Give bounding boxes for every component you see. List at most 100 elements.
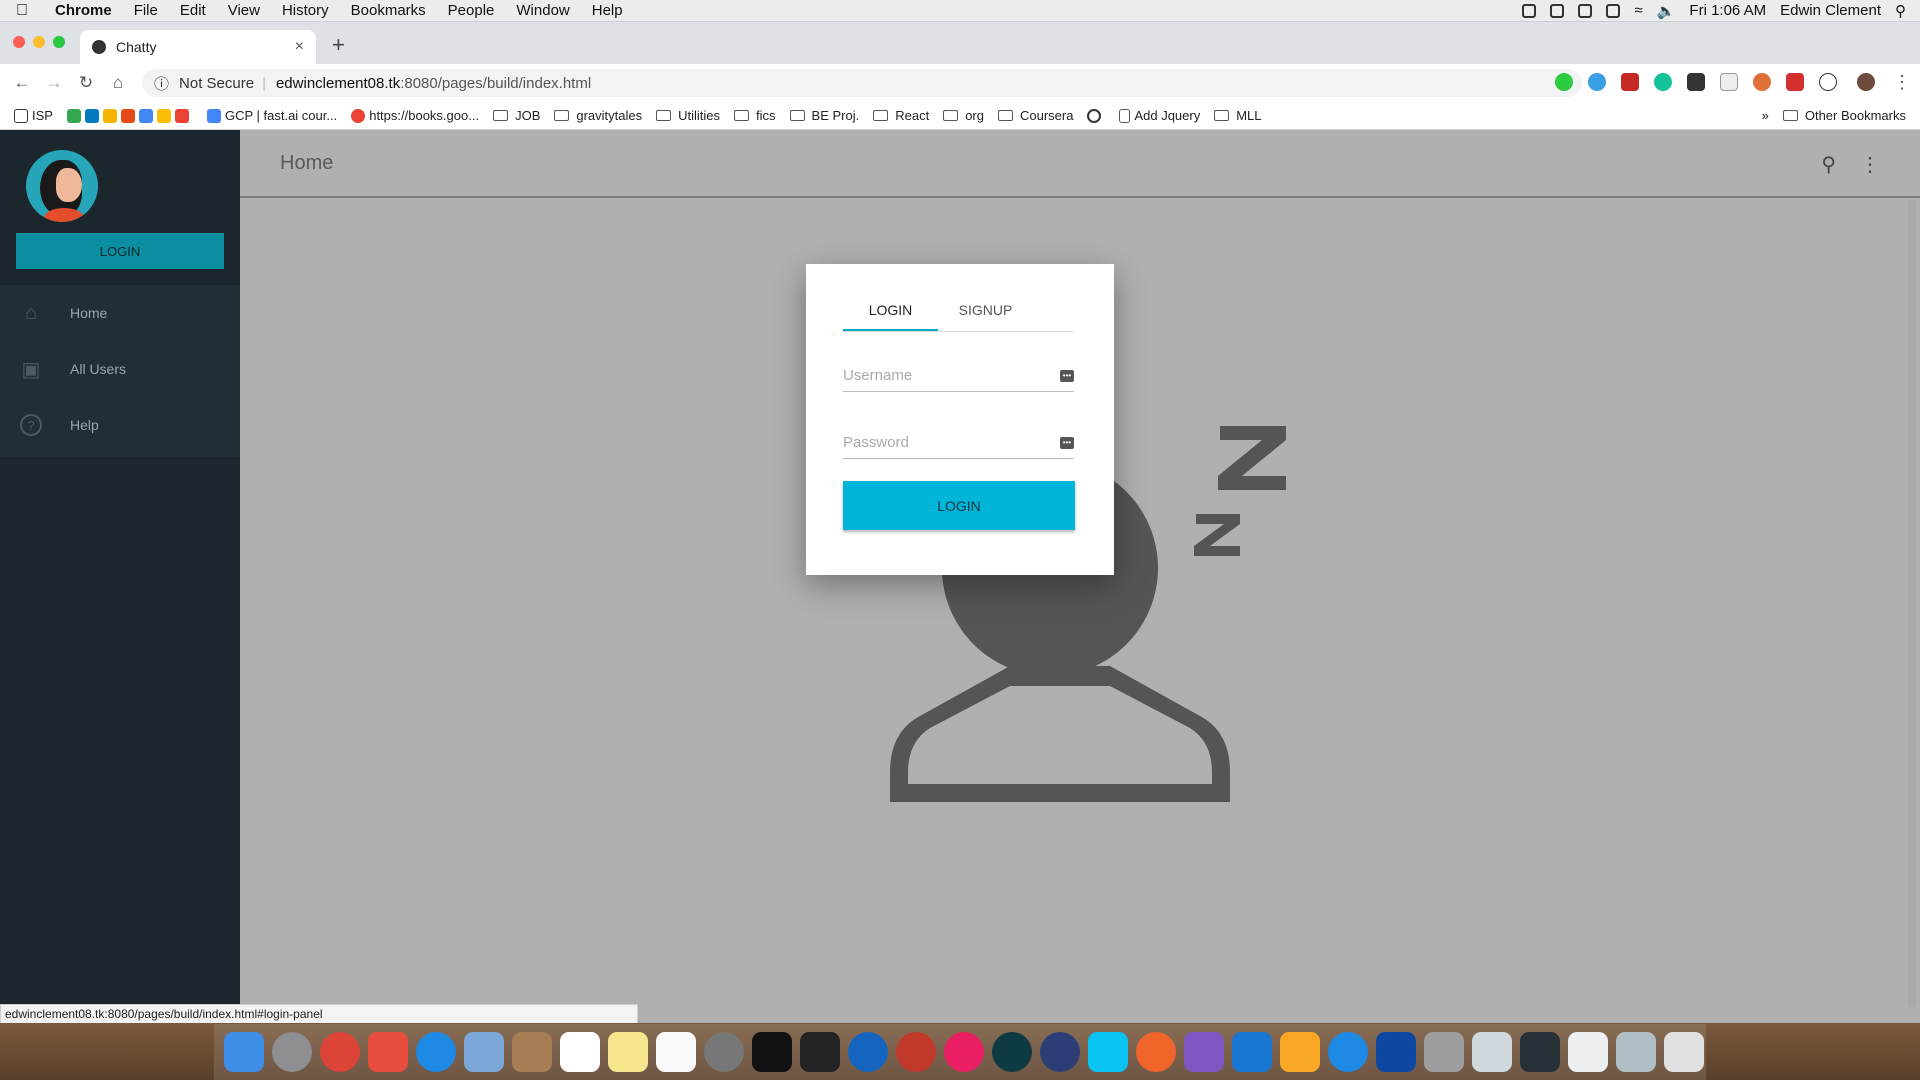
spotlight-icon[interactable]: ⚲ xyxy=(1895,2,1906,20)
webstorm-icon[interactable] xyxy=(1088,1032,1128,1072)
menu-app-chrome[interactable]: Chrome xyxy=(50,2,117,19)
chrome-icon[interactable] xyxy=(320,1032,360,1072)
docker-icon[interactable] xyxy=(1606,3,1621,18)
bookmark-circle[interactable] xyxy=(1087,108,1105,123)
bookmark-isp[interactable]: ISP xyxy=(14,108,53,123)
itunes-icon[interactable] xyxy=(944,1032,984,1072)
username-field[interactable]: Username ••• xyxy=(843,360,1074,392)
chrome-menu-icon[interactable]: ⋮ xyxy=(1893,72,1911,93)
app-icon[interactable] xyxy=(464,1032,504,1072)
url-host[interactable]: edwinclement08.tk xyxy=(276,75,400,92)
menu-help[interactable]: Help xyxy=(587,2,628,19)
app-icon[interactable] xyxy=(1136,1032,1176,1072)
wikipedia-icon[interactable] xyxy=(1720,73,1738,91)
menu-file[interactable]: File xyxy=(129,2,163,19)
dropbox-icon[interactable] xyxy=(1522,3,1537,18)
extension-icon[interactable] xyxy=(1753,73,1771,91)
browser-tab[interactable]: Chatty × xyxy=(80,30,316,64)
terminal-icon[interactable] xyxy=(752,1032,792,1072)
sidebar-login-button[interactable]: LOGIN xyxy=(16,233,224,269)
app-icon[interactable] xyxy=(896,1032,936,1072)
quicktime-icon[interactable] xyxy=(848,1032,888,1072)
reload-icon[interactable]: ↻ xyxy=(70,73,102,93)
search-icon[interactable]: ⚲ xyxy=(1821,152,1836,177)
bookmark-folder-react[interactable]: React xyxy=(873,108,929,123)
bookmark-folder-utilities[interactable]: Utilities xyxy=(656,108,720,123)
keychain-icon[interactable]: ••• xyxy=(1060,369,1074,382)
bookmark-folder-other[interactable]: Other Bookmarks xyxy=(1782,108,1906,123)
app-icon[interactable] xyxy=(992,1032,1032,1072)
folder-stack-icon[interactable] xyxy=(1520,1032,1560,1072)
app-icon[interactable] xyxy=(512,1032,552,1072)
sidebar-item-home[interactable]: ⌂ Home xyxy=(0,285,240,341)
trash-icon[interactable] xyxy=(1664,1032,1704,1072)
bookmark-folder-fics[interactable]: fics xyxy=(734,108,776,123)
bookmark-folder-coursera[interactable]: Coursera xyxy=(997,108,1073,123)
home-icon[interactable]: ⌂ xyxy=(102,73,134,93)
activity-monitor-icon[interactable] xyxy=(800,1032,840,1072)
folder-stack-icon[interactable] xyxy=(1568,1032,1608,1072)
bookmark-folder-mll[interactable]: MLL xyxy=(1214,108,1262,123)
tab-login[interactable]: LOGIN xyxy=(843,296,938,331)
menu-window[interactable]: Window xyxy=(511,2,574,19)
launchpad-icon[interactable] xyxy=(272,1032,312,1072)
url-path[interactable]: :8080/pages/build/index.html xyxy=(400,75,591,92)
apple-icon[interactable]:  xyxy=(16,2,42,20)
qr-icon[interactable] xyxy=(1687,73,1705,91)
back-icon[interactable]: ← xyxy=(6,73,38,93)
menu-history[interactable]: History xyxy=(277,2,334,19)
bookmark-apps[interactable] xyxy=(66,108,193,123)
address-bar[interactable]: ⓘ Not Secure | edwinclement08.tk :8080/p… xyxy=(142,69,1582,97)
menu-edit[interactable]: Edit xyxy=(175,2,211,19)
tab-signup[interactable]: SIGNUP xyxy=(938,296,1033,331)
extension-icon[interactable] xyxy=(1555,73,1573,91)
menu-bookmarks[interactable]: Bookmarks xyxy=(346,2,431,19)
vscode-icon[interactable] xyxy=(1232,1032,1272,1072)
security-label[interactable]: Not Secure xyxy=(179,75,254,92)
close-tab-icon[interactable]: × xyxy=(295,38,304,56)
wifi-icon[interactable]: ≈ xyxy=(1634,2,1642,19)
safari-icon[interactable] xyxy=(416,1032,456,1072)
extension-icon[interactable] xyxy=(1621,73,1639,91)
notes-icon[interactable] xyxy=(608,1032,648,1072)
password-field[interactable]: Password ••• xyxy=(843,427,1074,459)
extension-icon[interactable] xyxy=(1588,73,1606,91)
app-icon[interactable] xyxy=(1424,1032,1464,1072)
calendar-icon[interactable] xyxy=(560,1032,600,1072)
bookmark-add-jquery[interactable]: Add Jquery xyxy=(1119,108,1200,123)
profile-avatar[interactable] xyxy=(1857,73,1875,91)
folder-stack-icon[interactable] xyxy=(1616,1032,1656,1072)
minimize-window-button[interactable] xyxy=(33,36,45,48)
finder-icon[interactable] xyxy=(224,1032,264,1072)
extension-icon[interactable] xyxy=(1786,73,1804,91)
reminders-icon[interactable] xyxy=(656,1032,696,1072)
bookmark-folder-org[interactable]: org xyxy=(943,108,984,123)
menu-people[interactable]: People xyxy=(443,2,500,19)
grammarly-icon[interactable] xyxy=(1654,73,1672,91)
keychain-icon[interactable]: ••• xyxy=(1060,436,1074,449)
login-submit-button[interactable]: LOGIN xyxy=(843,481,1075,530)
sidebar-item-help[interactable]: ? Help xyxy=(0,397,240,453)
close-window-button[interactable] xyxy=(13,36,25,48)
bookmarks-overflow-icon[interactable]: » xyxy=(1762,108,1769,123)
clock[interactable]: Fri 1:06 AM xyxy=(1689,2,1766,19)
app-icon[interactable] xyxy=(368,1032,408,1072)
more-vert-icon[interactable]: ⋮ xyxy=(1860,152,1880,177)
new-tab-button[interactable]: + xyxy=(332,32,345,58)
app-icon[interactable] xyxy=(1184,1032,1224,1072)
tray-app-icon[interactable] xyxy=(1550,3,1565,18)
extension-icon[interactable] xyxy=(1819,73,1837,91)
bookmark-books[interactable]: https://books.goo... xyxy=(351,108,479,123)
sidebar-item-all-users[interactable]: ▣ All Users xyxy=(0,341,240,397)
scrollbar[interactable] xyxy=(1908,200,1916,1008)
bookmark-folder-beproj[interactable]: BE Proj. xyxy=(789,108,859,123)
mysql-icon[interactable] xyxy=(1376,1032,1416,1072)
volume-icon[interactable]: 🔈 xyxy=(1657,2,1676,20)
forward-icon[interactable]: → xyxy=(38,73,70,93)
eclipse-icon[interactable] xyxy=(1040,1032,1080,1072)
app-icon[interactable] xyxy=(1328,1032,1368,1072)
user-name[interactable]: Edwin Clement xyxy=(1780,2,1881,19)
app-icon[interactable] xyxy=(1280,1032,1320,1072)
bookmark-folder-gravitytales[interactable]: gravitytales xyxy=(554,108,642,123)
bookmark-folder-job[interactable]: JOB xyxy=(493,108,540,123)
